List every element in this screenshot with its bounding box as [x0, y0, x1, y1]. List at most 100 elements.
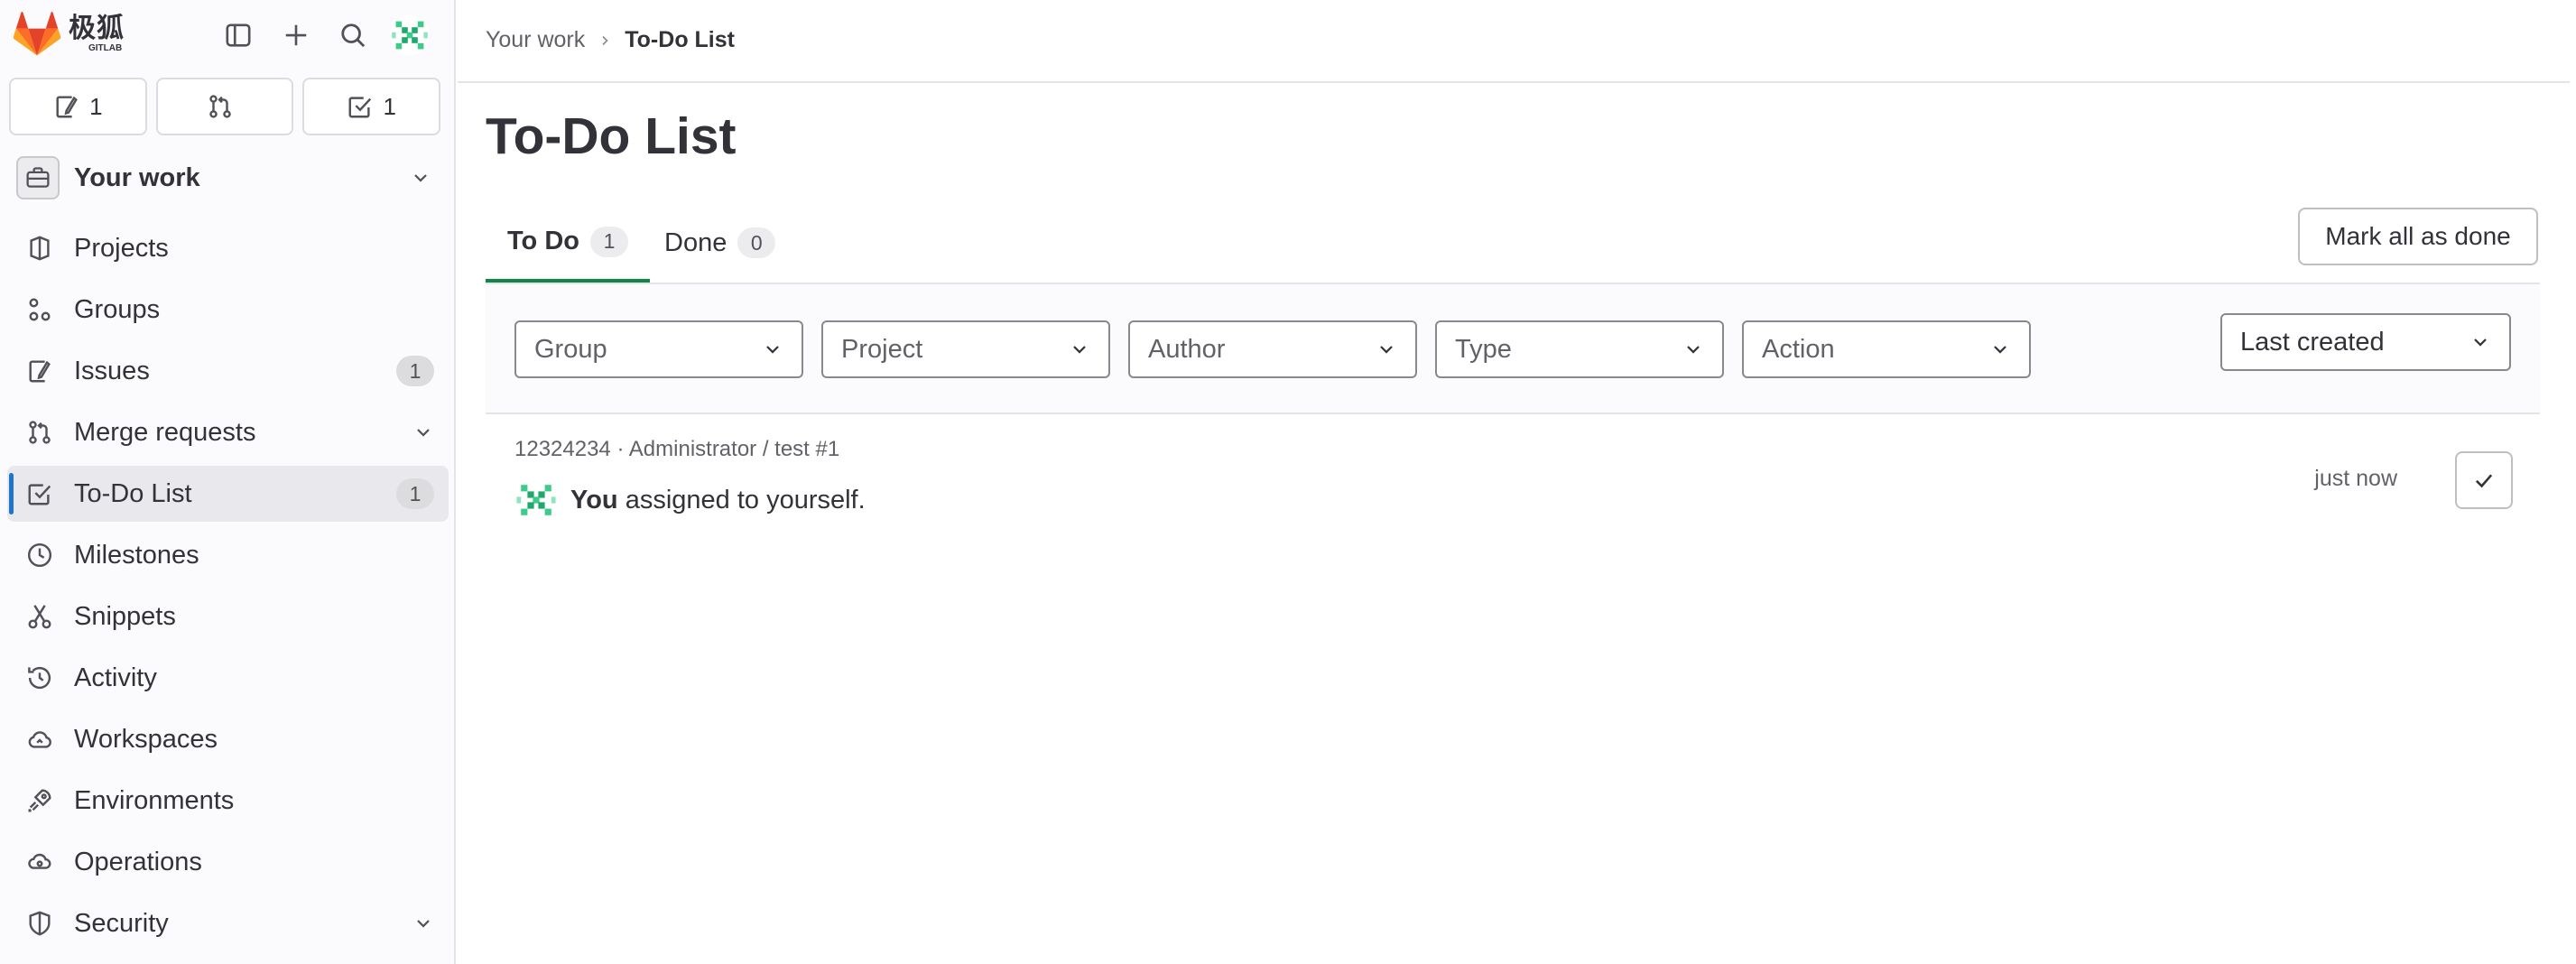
- briefcase-icon: [16, 156, 60, 199]
- brand-logo[interactable]: 极狐 GITLAB: [13, 11, 125, 58]
- context-label: Your work: [74, 162, 200, 192]
- chevron-down-icon: [1994, 346, 2006, 354]
- todo-icon: [22, 480, 58, 507]
- chevron-down-icon: [1073, 346, 1086, 354]
- sidebar-item-merge-requests[interactable]: Merge requests: [7, 404, 449, 460]
- sidebar-item-operations[interactable]: Operations: [7, 834, 449, 890]
- tab-done[interactable]: Done 0: [643, 204, 797, 282]
- avatar-icon: [390, 15, 430, 55]
- assigned-issues-button[interactable]: 1: [9, 78, 147, 135]
- top-bar: Your work To-Do List: [458, 0, 2570, 83]
- sidebar-item-label: Security: [74, 908, 169, 938]
- filter-bar: Group Project Author Type Action Last cr…: [486, 283, 2540, 414]
- author-filter-dropdown[interactable]: Author: [1128, 320, 1417, 378]
- action-filter-dropdown[interactable]: Action: [1742, 320, 2031, 378]
- group-icon: [22, 296, 58, 323]
- sidebar-item-security[interactable]: Security: [7, 895, 449, 951]
- milestone-icon: [22, 542, 58, 569]
- avatar-icon: [514, 478, 558, 522]
- filter-label: Action: [1762, 334, 1835, 364]
- sidebar-item-label: Activity: [74, 663, 157, 692]
- chevron-down-icon: [414, 174, 427, 182]
- sidebar-item-groups[interactable]: Groups: [7, 282, 449, 338]
- sidebar-item-label: Merge requests: [74, 417, 256, 447]
- toggle-sidebar-button[interactable]: [218, 15, 258, 55]
- context-switcher[interactable]: Your work: [9, 147, 446, 209]
- sidebar-toggle-icon: [226, 23, 251, 47]
- todo-tabs: To Do 1 Done 0 Mark all as done: [486, 204, 2540, 283]
- todo-target-reference[interactable]: 12324234 · Administrator / test #1: [514, 437, 839, 462]
- filter-label: Type: [1455, 334, 1512, 364]
- filter-label: Project: [841, 334, 923, 364]
- breadcrumb-your-work-link[interactable]: Your work: [486, 27, 585, 53]
- sidebar-item-snippets[interactable]: Snippets: [7, 589, 449, 644]
- todos-button[interactable]: 1: [302, 78, 441, 135]
- history-icon: [22, 664, 58, 691]
- issues-icon: [22, 357, 58, 385]
- sort-label: Last created: [2240, 327, 2385, 357]
- todo-body: You assigned to yourself.: [514, 478, 866, 522]
- merge-requests-button[interactable]: [155, 78, 294, 135]
- project-icon: [22, 235, 58, 262]
- chevron-right-icon: [598, 33, 612, 48]
- group-filter-dropdown[interactable]: Group: [514, 320, 803, 378]
- tab-label: Done: [664, 227, 727, 257]
- todos-count: 1: [383, 92, 396, 120]
- brand-name-cn: 极狐: [69, 14, 125, 43]
- create-new-button[interactable]: [276, 15, 316, 55]
- breadcrumb: Your work To-Do List: [486, 27, 735, 53]
- user-avatar-button[interactable]: [390, 15, 430, 55]
- sidebar-item-issues[interactable]: Issues 1: [7, 343, 449, 399]
- shield-icon: [22, 910, 58, 937]
- brand-name-en: GITLAB: [88, 43, 123, 53]
- sidebar-item-label: Operations: [74, 847, 202, 876]
- todo-icon: [348, 97, 372, 118]
- sidebar-item-label: To-Do List: [74, 478, 192, 508]
- tanuki-logo-icon: [13, 12, 61, 56]
- sidebar-header: 极狐 GITLAB: [0, 0, 456, 69]
- merge-request-icon: [22, 419, 58, 446]
- sidebar-item-label: Issues: [74, 356, 150, 385]
- main-content: Your work To-Do List To-Do List To Do 1 …: [458, 0, 2570, 964]
- environment-icon: [22, 787, 58, 814]
- sidebar-item-projects[interactable]: Projects: [7, 220, 449, 276]
- check-icon: [2475, 474, 2493, 488]
- assigned-issues-count: 1: [89, 92, 103, 120]
- user-counts: 1 1: [9, 78, 441, 135]
- search-icon: [341, 23, 366, 48]
- mark-as-done-button[interactable]: [2455, 451, 2513, 509]
- search-button[interactable]: [333, 15, 373, 55]
- sidebar-item-todo-list[interactable]: To-Do List 1: [7, 466, 449, 522]
- sort-dropdown[interactable]: Last created: [2220, 313, 2511, 371]
- sidebar-item-environments[interactable]: Environments: [7, 773, 449, 829]
- todo-timestamp: just now: [2314, 466, 2397, 491]
- sidebar-item-activity[interactable]: Activity: [7, 650, 449, 706]
- todo-actor: You: [570, 485, 618, 514]
- plus-icon: [285, 24, 307, 46]
- todo-item[interactable]: 12324234 · Administrator / test #1 You a…: [486, 417, 2540, 534]
- snippet-icon: [22, 603, 58, 630]
- app-root: 极狐 GITLAB 1 1 Your work Projects Groups …: [0, 0, 2576, 964]
- count-badge: 1: [396, 356, 434, 386]
- chevron-down-icon: [2474, 338, 2487, 347]
- sidebar-item-workspaces[interactable]: Workspaces: [7, 711, 449, 767]
- breadcrumb-current[interactable]: To-Do List: [625, 27, 735, 53]
- cloud-icon: [22, 726, 58, 753]
- tab-label: To Do: [507, 227, 579, 255]
- sidebar-item-label: Snippets: [74, 601, 176, 631]
- filter-label: Author: [1148, 334, 1226, 364]
- tab-to-do[interactable]: To Do 1: [486, 204, 650, 283]
- sidebar-item-label: Workspaces: [74, 724, 218, 754]
- todo-action-text: assigned to yourself.: [625, 485, 866, 514]
- type-filter-dropdown[interactable]: Type: [1435, 320, 1724, 378]
- tab-count-badge: 1: [590, 226, 628, 257]
- issues-icon: [56, 96, 78, 118]
- sidebar-item-milestones[interactable]: Milestones: [7, 527, 449, 583]
- project-filter-dropdown[interactable]: Project: [821, 320, 1110, 378]
- operations-icon: [22, 848, 58, 876]
- sidebar-nav: Projects Groups Issues 1 Merge requests: [0, 220, 456, 957]
- sidebar-item-label: Milestones: [74, 540, 199, 570]
- sidebar-item-label: Environments: [74, 785, 235, 815]
- page-title: To-Do List: [486, 107, 737, 165]
- mark-all-as-done-button[interactable]: Mark all as done: [2298, 208, 2538, 265]
